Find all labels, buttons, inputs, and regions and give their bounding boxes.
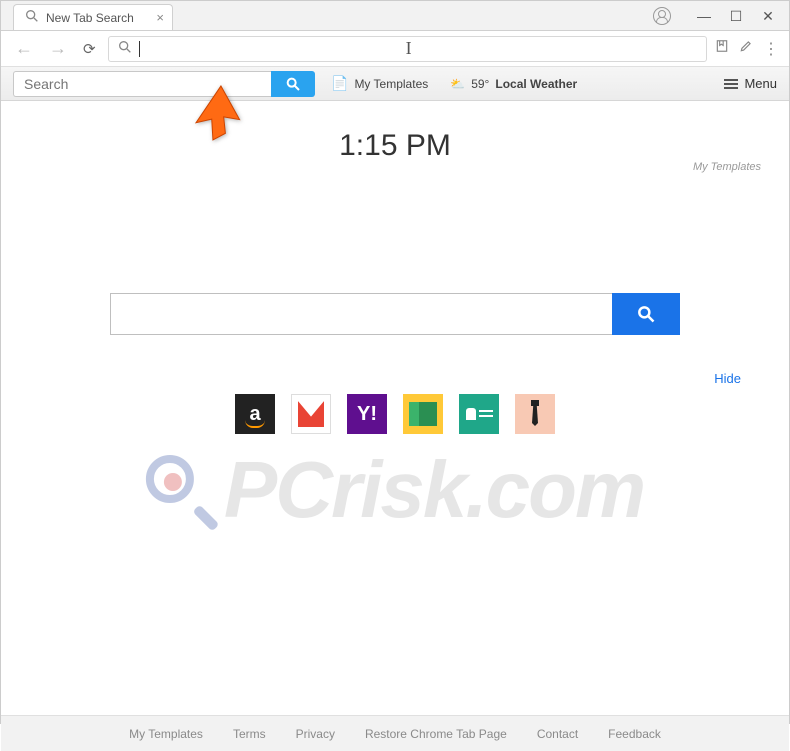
templates-icon: 📄 bbox=[331, 75, 348, 92]
toolbar-search bbox=[13, 71, 315, 97]
yahoo-icon: Y! bbox=[357, 403, 377, 426]
main-search-input[interactable] bbox=[110, 293, 612, 335]
back-button[interactable]: ← bbox=[11, 38, 37, 59]
bookmark-icon[interactable] bbox=[715, 39, 729, 59]
tile-documents[interactable] bbox=[403, 394, 443, 434]
search-icon bbox=[24, 8, 40, 27]
main-search-button[interactable] bbox=[612, 293, 680, 335]
quick-links: a Y! bbox=[1, 394, 789, 434]
tile-amazon[interactable]: a bbox=[235, 394, 275, 434]
toolbar-search-button[interactable] bbox=[271, 71, 315, 97]
hide-link[interactable]: Hide bbox=[1, 371, 789, 386]
close-button[interactable]: ✕ bbox=[761, 9, 775, 23]
extension-toolbar: 📄 My Templates ⛅ 59° Local Weather Menu bbox=[1, 67, 789, 101]
address-bar[interactable]: I bbox=[108, 36, 707, 62]
main-search bbox=[110, 293, 680, 335]
search-icon bbox=[117, 39, 133, 58]
forward-button[interactable]: → bbox=[45, 38, 71, 59]
tile-contacts[interactable] bbox=[459, 394, 499, 434]
menu-dots-icon[interactable]: ⋮ bbox=[763, 39, 779, 59]
edit-icon[interactable] bbox=[739, 39, 753, 59]
footer-link-terms[interactable]: Terms bbox=[233, 727, 266, 741]
footer: My Templates Terms Privacy Restore Chrom… bbox=[1, 715, 789, 751]
amazon-icon: a bbox=[249, 403, 260, 426]
weather-icon: ⛅ bbox=[450, 77, 465, 91]
weather-link[interactable]: ⛅ 59° Local Weather bbox=[444, 77, 583, 91]
weather-temp: 59° bbox=[471, 77, 489, 91]
tab-title: New Tab Search bbox=[46, 11, 134, 25]
weather-label: Local Weather bbox=[495, 77, 577, 91]
hamburger-icon bbox=[724, 79, 738, 89]
address-bar-row: ← → ⟳ I ⋮ bbox=[1, 31, 789, 67]
tile-gmail[interactable] bbox=[291, 394, 331, 434]
footer-link-templates[interactable]: My Templates bbox=[129, 727, 203, 741]
tile-yahoo[interactable]: Y! bbox=[347, 394, 387, 434]
minimize-button[interactable]: — bbox=[697, 9, 711, 23]
watermark-text: PCrisk.com bbox=[224, 444, 644, 536]
close-icon[interactable]: × bbox=[156, 10, 164, 25]
watermark: PCrisk.com bbox=[146, 444, 644, 536]
profile-icon[interactable] bbox=[653, 7, 671, 25]
footer-link-feedback[interactable]: Feedback bbox=[608, 727, 661, 741]
browser-tab[interactable]: New Tab Search × bbox=[13, 4, 173, 30]
text-cursor bbox=[139, 41, 140, 57]
address-bar-actions: ⋮ bbox=[715, 39, 779, 59]
my-templates-link[interactable]: 📄 My Templates bbox=[325, 75, 434, 92]
watermark-magnifier-icon bbox=[146, 455, 216, 525]
footer-link-privacy[interactable]: Privacy bbox=[296, 727, 335, 741]
footer-link-restore[interactable]: Restore Chrome Tab Page bbox=[365, 727, 507, 741]
window-controls: — ☐ ✕ bbox=[639, 1, 789, 31]
footer-link-contact[interactable]: Contact bbox=[537, 727, 578, 741]
reload-button[interactable]: ⟳ bbox=[79, 40, 100, 58]
text-caret-icon: I bbox=[406, 38, 412, 59]
maximize-button[interactable]: ☐ bbox=[729, 9, 743, 23]
tile-business[interactable] bbox=[515, 394, 555, 434]
clock: 1:15 PM bbox=[1, 129, 789, 163]
my-templates-label: My Templates bbox=[354, 77, 428, 91]
menu-button[interactable]: Menu bbox=[724, 76, 777, 91]
menu-label: Menu bbox=[744, 76, 777, 91]
annotation-arrow bbox=[193, 85, 253, 150]
top-right-templates-link[interactable]: My Templates bbox=[693, 161, 761, 173]
page-content: 1:15 PM My Templates Hide a Y! PCrisk.co… bbox=[1, 129, 789, 751]
